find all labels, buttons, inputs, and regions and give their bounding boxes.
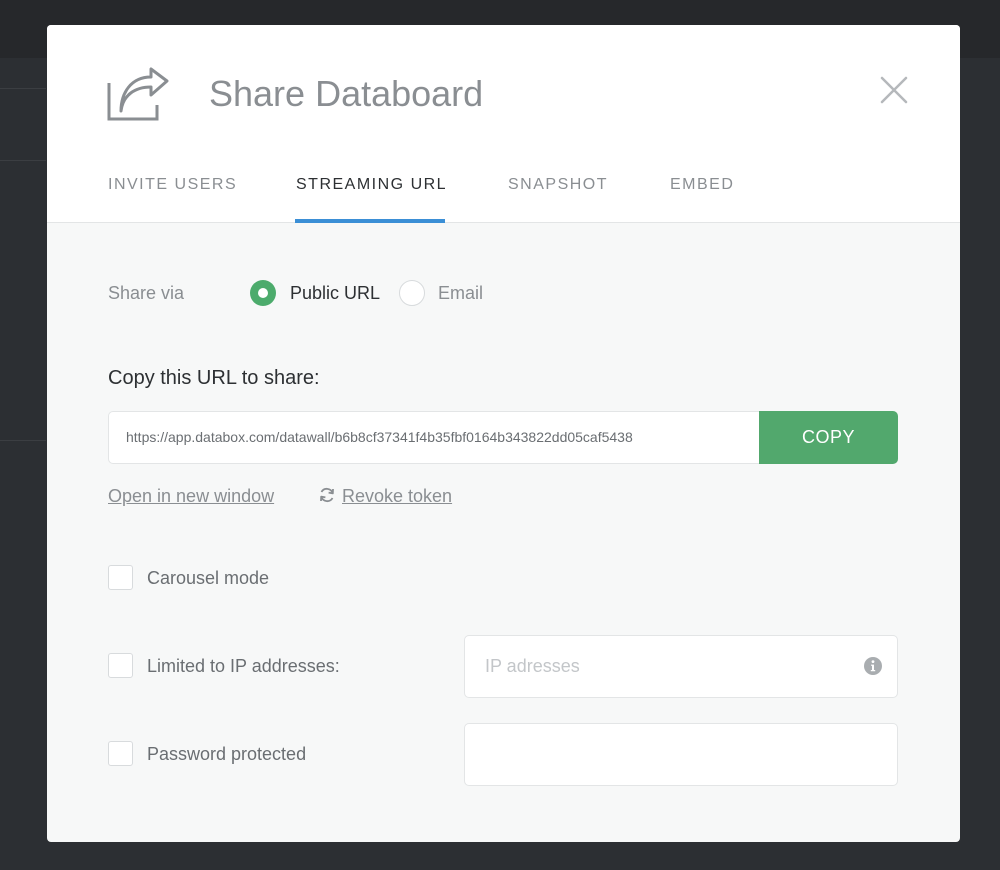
- dialog-header: Share Databoard INVITE USERS STREAMING U…: [47, 25, 960, 223]
- info-icon[interactable]: [863, 656, 883, 676]
- ip-limit-label[interactable]: Limited to IP addresses:: [147, 656, 340, 677]
- copy-button[interactable]: COPY: [759, 411, 898, 464]
- carousel-mode-label[interactable]: Carousel mode: [147, 568, 269, 589]
- carousel-mode-checkbox[interactable]: [108, 565, 133, 590]
- share-arrow-icon: [107, 67, 169, 121]
- share-via-label: Share via: [108, 283, 185, 303]
- refresh-icon: [320, 487, 334, 503]
- password-protected-label[interactable]: Password protected: [147, 744, 306, 765]
- tab-embed[interactable]: EMBED: [670, 176, 734, 223]
- tab-snapshot[interactable]: SNAPSHOT: [508, 176, 608, 223]
- background-divider: [0, 440, 46, 441]
- revoke-token-link[interactable]: Revoke token: [342, 486, 452, 507]
- password-protected-checkbox[interactable]: [108, 741, 133, 766]
- active-tab-indicator: [295, 219, 445, 223]
- radio-public-url[interactable]: [250, 280, 276, 306]
- radio-email[interactable]: [399, 280, 425, 306]
- radio-email-label[interactable]: Email: [438, 283, 483, 304]
- close-icon[interactable]: [879, 75, 909, 105]
- tab-streaming-url[interactable]: STREAMING URL: [296, 176, 447, 223]
- password-input[interactable]: [464, 723, 898, 786]
- copy-url-heading: Copy this URL to share:: [108, 367, 320, 389]
- background-divider: [0, 160, 46, 161]
- share-dialog: Share Databoard INVITE USERS STREAMING U…: [47, 25, 960, 842]
- open-in-new-window-link[interactable]: Open in new window: [108, 486, 274, 507]
- ip-limit-checkbox[interactable]: [108, 653, 133, 678]
- share-url-field[interactable]: https://app.databox.com/datawall/b6b8cf3…: [108, 411, 760, 464]
- radio-public-url-label[interactable]: Public URL: [290, 283, 380, 304]
- background-divider: [0, 88, 46, 89]
- tab-invite-users[interactable]: INVITE USERS: [108, 176, 237, 223]
- dialog-title: Share Databoard: [209, 73, 484, 114]
- ip-addresses-input[interactable]: [464, 635, 898, 698]
